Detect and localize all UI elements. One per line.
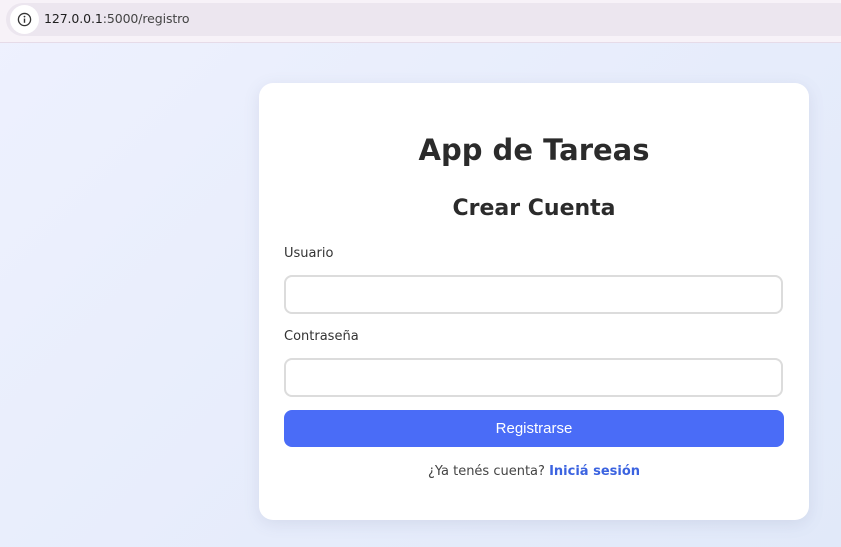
login-link[interactable]: Iniciá sesión: [549, 464, 640, 479]
username-label: Usuario: [284, 246, 334, 261]
username-input[interactable]: [284, 275, 783, 314]
app-title: App de Tareas: [418, 133, 650, 167]
url-text[interactable]: 127.0.0.1:5000/registro: [44, 11, 190, 26]
login-prompt-text: ¿Ya tenés cuenta?: [427, 464, 545, 479]
register-card: App de Tareas Crear Cuenta Usuario Contr…: [259, 83, 809, 520]
info-icon: [17, 12, 32, 27]
browser-address-bar: 127.0.0.1:5000/registro: [0, 0, 841, 43]
form-title: Crear Cuenta: [452, 196, 616, 221]
url-host: 127.0.0.1: [44, 11, 103, 26]
url-path: :5000/registro: [102, 11, 190, 26]
address-field[interactable]: 127.0.0.1:5000/registro: [6, 3, 841, 36]
password-input[interactable]: [284, 358, 783, 397]
register-button[interactable]: Registrarse: [284, 410, 784, 447]
password-label: Contraseña: [284, 329, 359, 344]
site-info-button[interactable]: [10, 5, 39, 34]
login-prompt: ¿Ya tenés cuenta? Iniciá sesión: [259, 464, 809, 479]
